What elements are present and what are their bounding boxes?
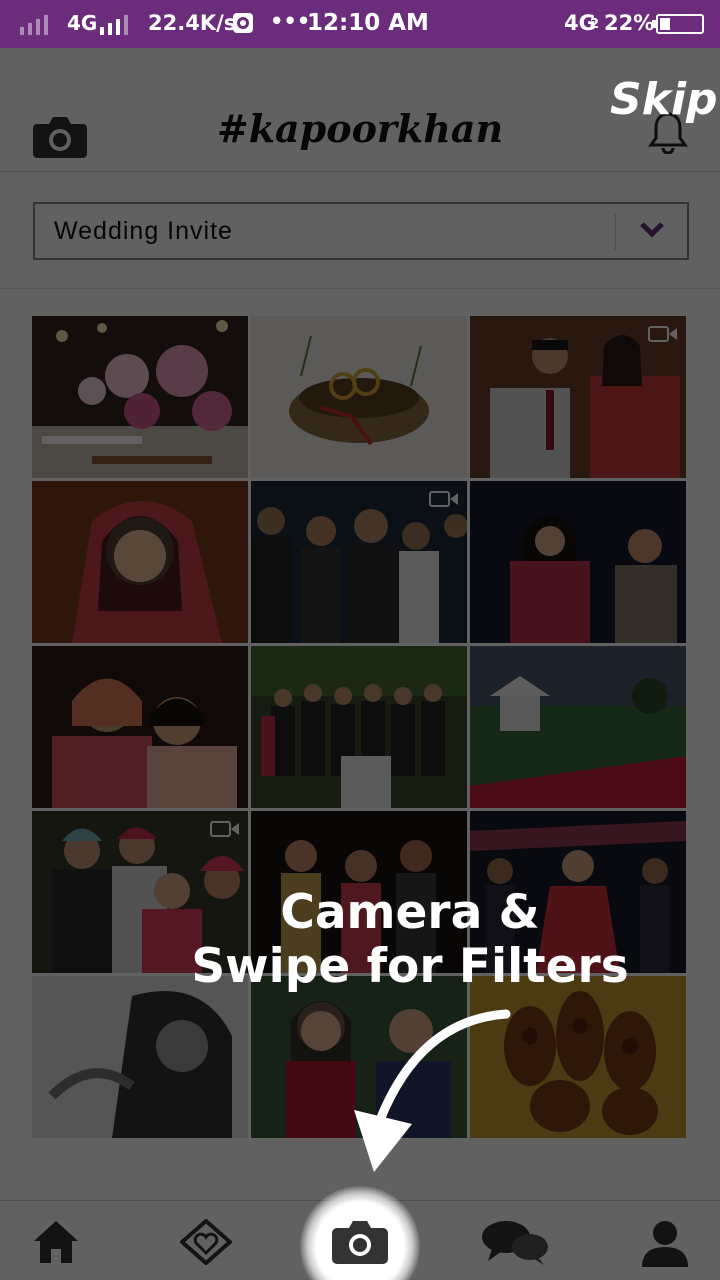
chat-icon[interactable] bbox=[480, 1219, 550, 1265]
photo-tile[interactable] bbox=[470, 316, 686, 478]
photo-tile[interactable] bbox=[32, 646, 248, 808]
photo-tile[interactable] bbox=[251, 316, 467, 478]
more-notifications: ••• bbox=[270, 9, 311, 33]
photo-tile[interactable] bbox=[32, 481, 248, 643]
album-select[interactable]: Wedding Invite bbox=[33, 202, 689, 260]
coach-tip-line2: Swipe for Filters bbox=[191, 939, 629, 994]
video-icon bbox=[429, 491, 458, 507]
skip-button[interactable]: Skip bbox=[610, 74, 718, 125]
video-icon bbox=[648, 326, 677, 342]
coach-tip-line1: Camera & bbox=[280, 885, 540, 940]
chevron-down-icon bbox=[640, 222, 664, 238]
photo-tile[interactable] bbox=[251, 481, 467, 643]
battery-icon bbox=[656, 14, 704, 34]
battery-percent: 22% bbox=[604, 11, 655, 35]
album-select-value: Wedding Invite bbox=[54, 217, 233, 245]
camera-icon[interactable] bbox=[332, 1218, 388, 1264]
curved-arrow-icon bbox=[354, 1009, 511, 1172]
photo-tile[interactable] bbox=[32, 316, 248, 478]
network-type-2-sub: 2 bbox=[590, 17, 600, 32]
photo-tile[interactable] bbox=[470, 646, 686, 808]
home-icon[interactable] bbox=[32, 1219, 80, 1265]
photo-tile[interactable] bbox=[470, 481, 686, 643]
photo-tile[interactable] bbox=[251, 646, 467, 808]
data-speed: 22.4K/s bbox=[148, 11, 237, 35]
status-bar: 4G 22.4K/s ••• 12:10 AM 4G 2 22% bbox=[0, 0, 720, 48]
network-type: 4G bbox=[67, 11, 98, 35]
app-notification-icon bbox=[233, 13, 253, 33]
video-icon bbox=[210, 821, 239, 837]
coach-tip: Camera & Swipe for Filters bbox=[150, 886, 670, 994]
clock: 12:10 AM bbox=[307, 10, 429, 36]
heart-diamond-icon[interactable] bbox=[180, 1219, 232, 1265]
profile-icon[interactable] bbox=[640, 1219, 690, 1267]
photo-tile[interactable] bbox=[32, 976, 248, 1138]
